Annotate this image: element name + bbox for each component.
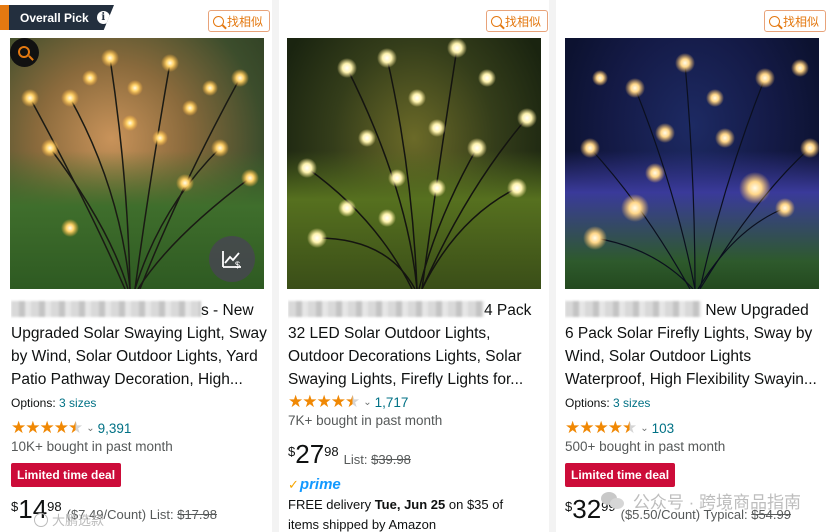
overall-pick-badge: Overall Pick i (0, 5, 114, 30)
search-icon (491, 15, 502, 27)
bought-count: 500+ bought in past month (565, 439, 726, 454)
star-rating-icon: ★★★★ ★ (288, 392, 360, 411)
list-price: $17.98 (177, 507, 217, 522)
zoom-button[interactable] (10, 38, 39, 67)
redacted-brand (11, 301, 201, 317)
find-similar-button[interactable]: 找相似 (764, 10, 827, 32)
price-chart-icon: $ (222, 251, 241, 270)
product-card-2[interactable]: 找相似 4 Pack 32 LED Solar Outdoor Lights, … (279, 0, 549, 532)
watermark-bottom-left: 大鹏选款 (34, 510, 104, 529)
price-trend-button[interactable]: $ (209, 236, 255, 282)
rating[interactable]: ★★★★ ★ ⌄ 9,391 (11, 418, 131, 438)
find-similar-button[interactable]: 找相似 (208, 10, 271, 32)
search-icon (213, 15, 224, 27)
bought-count: 10K+ bought in past month (11, 439, 173, 454)
search-icon (769, 15, 780, 27)
product-image[interactable] (565, 38, 819, 289)
watermark: 公众号 · 跨境商品指南 (600, 488, 801, 513)
watermark-icon (34, 512, 48, 527)
badge-label: Overall Pick (20, 10, 89, 25)
options: Options: 3 sizes (565, 396, 651, 410)
star-rating-icon: ★★★★ ★ (11, 418, 83, 437)
svg-text:$: $ (235, 260, 240, 270)
product-title[interactable]: 4 Pack 32 LED Solar Outdoor Lights, Outd… (288, 299, 546, 391)
chevron-down-icon[interactable]: ⌄ (640, 423, 648, 434)
options: Options: 3 sizes (11, 396, 97, 410)
options-link[interactable]: 3 sizes (59, 396, 96, 410)
limited-deal-badge: Limited time deal (11, 463, 122, 487)
price[interactable]: $ 27 98 List: $39.98 (288, 440, 411, 468)
product-image[interactable] (287, 38, 541, 289)
redacted-brand (288, 301, 484, 317)
product-card-3[interactable]: 找相似 New Upgraded 6 Pack Solar Firefly Li… (556, 0, 831, 532)
product-title[interactable]: s - New Upgraded Solar Swaying Light, Sw… (11, 299, 269, 391)
chevron-down-icon[interactable]: ⌄ (363, 397, 371, 408)
rating[interactable]: ★★★★ ★ ⌄ 103 (565, 418, 674, 438)
bought-count: 7K+ bought in past month (288, 413, 443, 428)
firefly-lights-illustration (297, 38, 537, 289)
find-similar-label: 找相似 (227, 14, 264, 29)
firefly-lights-illustration (580, 53, 819, 289)
prime-logo: ✓ prime (288, 476, 341, 493)
wechat-icon (600, 490, 627, 512)
options-link[interactable]: 3 sizes (613, 396, 650, 410)
find-similar-button[interactable]: 找相似 (486, 10, 549, 32)
rating[interactable]: ★★★★ ★ ⌄ 1,717 (288, 392, 408, 412)
rating-count[interactable]: 103 (652, 421, 675, 436)
star-rating-icon: ★★★★ ★ (565, 418, 637, 437)
product-card-1[interactable]: Overall Pick i 找相似 $ s - New Upgraded So… (0, 0, 272, 532)
chevron-down-icon[interactable]: ⌄ (86, 423, 94, 434)
product-title[interactable]: New Upgraded 6 Pack Solar Firefly Lights… (565, 299, 827, 391)
find-similar-label: 找相似 (783, 14, 820, 29)
redacted-brand (565, 301, 701, 317)
list-price: $39.98 (371, 452, 411, 467)
limited-deal-badge: Limited time deal (565, 463, 676, 487)
magnifier-icon (17, 45, 30, 58)
prime-check-icon: ✓ (288, 476, 299, 492)
delivery-info: FREE delivery Tue, Jun 25 on $35 of item… (288, 497, 504, 532)
find-similar-label: 找相似 (505, 14, 542, 29)
rating-count[interactable]: 9,391 (98, 421, 132, 436)
info-icon[interactable]: i (96, 11, 110, 24)
rating-count[interactable]: 1,717 (375, 395, 409, 410)
